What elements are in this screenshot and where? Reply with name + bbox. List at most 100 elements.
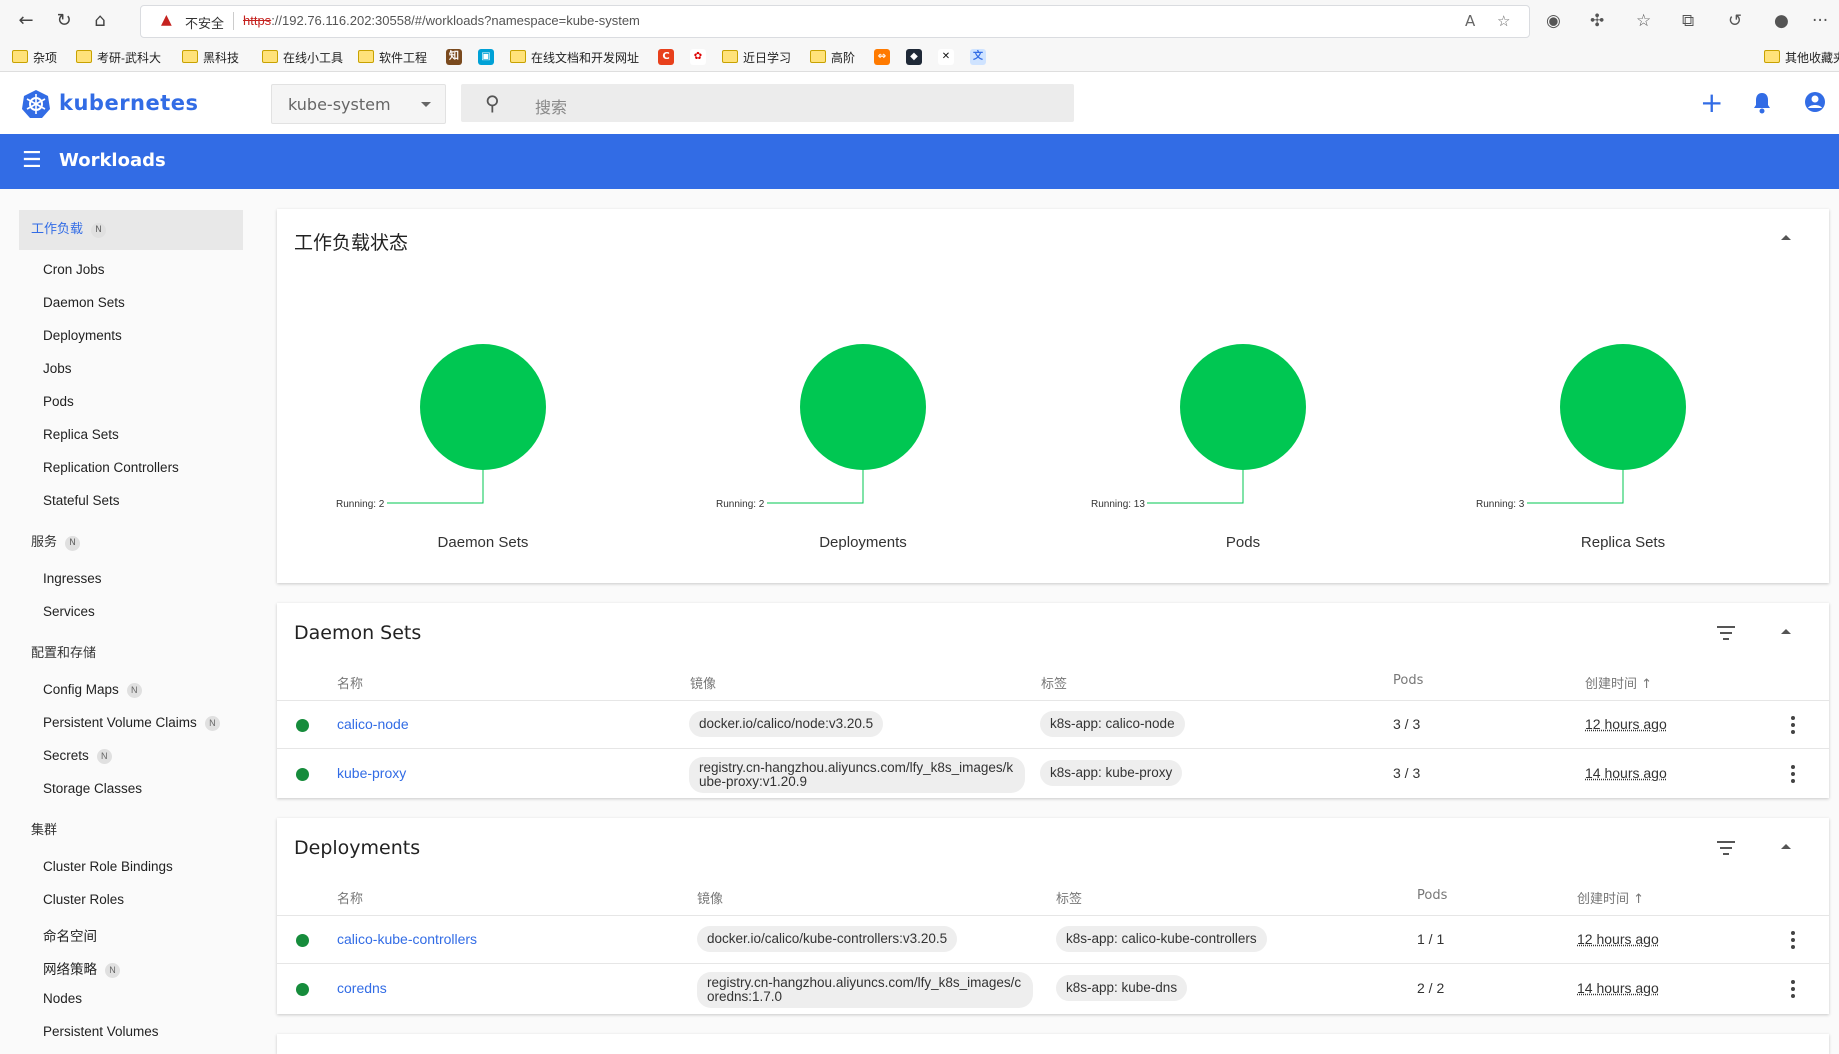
url-text: https://192.76.116.202:30558/#/workloads… xyxy=(243,13,640,28)
sidebar-item-replication-controllers[interactable]: Replication Controllers xyxy=(43,460,179,475)
add-icon[interactable]: + xyxy=(1700,89,1723,117)
collapse-icon[interactable] xyxy=(1781,844,1791,849)
sidebar-item-pods[interactable]: Pods xyxy=(43,394,74,409)
namespace-select[interactable]: kube-system xyxy=(271,84,446,124)
sidebar-item-network-policies[interactable]: 网络策略 N xyxy=(43,958,120,978)
weibo-icon[interactable]: ✿ xyxy=(690,49,706,65)
table-row[interactable]: coredns registry.cn-hangzhou.aliyuncs.co… xyxy=(277,963,1829,1014)
column-header-created[interactable]: 创建时间 ↑ xyxy=(1585,673,1652,692)
sidebar-item-persistent-volume-claims[interactable]: Persistent Volume Claims N xyxy=(43,715,220,731)
sidebar-item-daemon-sets[interactable]: Daemon Sets xyxy=(43,295,125,310)
sort-arrow-up-icon: ↑ xyxy=(1633,892,1645,907)
resource-name-link[interactable]: calico-kube-controllers xyxy=(337,931,477,947)
other-bookmarks-folder[interactable]: 其他收藏夹 xyxy=(1764,49,1839,66)
more-actions-icon[interactable] xyxy=(1791,980,1795,1001)
status-chart-daemon-sets: Running: 2 Daemon Sets xyxy=(277,209,657,579)
sidebar-section-workloads[interactable]: 工作负载 N xyxy=(19,210,243,250)
favorites-icon[interactable]: ☆ xyxy=(1636,11,1651,31)
profile-avatar-icon[interactable]: ● xyxy=(1774,11,1789,31)
table-row[interactable]: calico-node docker.io/calico/node:v3.20.… xyxy=(277,700,1829,749)
sidebar-item-cron-jobs[interactable]: Cron Jobs xyxy=(43,262,105,277)
bookmark-icon[interactable]: ✕ xyxy=(938,49,954,65)
sidebar-item-services[interactable]: Services xyxy=(43,604,95,619)
page-title: Workloads xyxy=(59,150,166,171)
sidebar-item-persistent-volumes[interactable]: Persistent Volumes xyxy=(43,1024,159,1039)
bilibili-icon[interactable]: ▣ xyxy=(478,49,494,65)
url-field[interactable]: ▲ 不安全 https://192.76.116.202:30558/#/wor… xyxy=(140,5,1530,38)
sidebar-section-config-storage[interactable]: 配置和存储 xyxy=(31,642,96,661)
page-toolbar: ☰ Workloads xyxy=(0,134,1839,189)
sidebar-item-cluster-role-bindings[interactable]: Cluster Role Bindings xyxy=(43,859,173,874)
more-menu-icon[interactable]: ··· xyxy=(1812,11,1828,31)
history-icon[interactable]: ↺ xyxy=(1728,11,1742,31)
folder-icon xyxy=(12,50,28,63)
bookmark-folder[interactable]: 在线小工具 xyxy=(262,49,343,66)
notifications-bell-icon[interactable] xyxy=(1752,92,1772,114)
folder-icon xyxy=(182,50,198,63)
sidebar-item-replica-sets[interactable]: Replica Sets xyxy=(43,427,119,442)
home-icon[interactable]: ⌂ xyxy=(88,9,112,33)
more-actions-icon[interactable] xyxy=(1791,716,1795,737)
hamburger-menu-icon[interactable]: ☰ xyxy=(22,148,42,173)
resource-name-link[interactable]: coredns xyxy=(337,980,387,996)
collapse-icon[interactable] xyxy=(1781,629,1791,634)
resource-name-link[interactable]: kube-proxy xyxy=(337,765,406,781)
account-icon[interactable] xyxy=(1804,91,1826,113)
extension-icon[interactable]: ◉ xyxy=(1546,11,1561,31)
column-header-name[interactable]: 名称 xyxy=(337,673,363,692)
filter-icon[interactable] xyxy=(1717,626,1735,644)
sidebar-item-namespaces[interactable]: 命名空间 xyxy=(43,925,97,945)
sidebar-item-secrets[interactable]: Secrets N xyxy=(43,748,112,764)
bookmark-icon[interactable]: 文 xyxy=(970,49,986,65)
sidebar-item-jobs[interactable]: Jobs xyxy=(43,361,72,376)
created-time: 12 hours ago xyxy=(1585,716,1667,732)
read-aloud-icon[interactable]: A xyxy=(1465,12,1475,30)
folder-icon xyxy=(76,50,92,63)
sidebar-item-cluster-roles[interactable]: Cluster Roles xyxy=(43,892,124,907)
bookmark-folder[interactable]: 杂项 xyxy=(12,49,57,66)
sidebar-section-cluster[interactable]: 集群 xyxy=(31,819,57,838)
refresh-icon[interactable]: ↻ xyxy=(52,9,76,33)
namespaced-badge: N xyxy=(204,716,220,731)
bookmark-icon[interactable]: 知 xyxy=(446,49,462,65)
sidebar-item-nodes[interactable]: Nodes xyxy=(43,991,82,1006)
kubernetes-logo-icon[interactable] xyxy=(21,89,51,119)
brand-name[interactable]: kubernetes xyxy=(59,91,199,115)
bookmark-folder[interactable]: 软件工程 xyxy=(358,49,427,66)
bookmark-icon[interactable]: ⇔ xyxy=(874,49,890,65)
running-count-label: Running: 13 xyxy=(1091,499,1145,509)
bookmark-folder[interactable]: 高阶 xyxy=(810,49,855,66)
table-row[interactable]: calico-kube-controllers docker.io/calico… xyxy=(277,915,1829,964)
folder-icon xyxy=(810,50,826,63)
bookmark-folder[interactable]: 黑科技 xyxy=(182,49,239,66)
bookmark-folder[interactable]: 在线文档和开发网址 xyxy=(510,49,639,66)
column-header-created[interactable]: 创建时间 ↑ xyxy=(1577,888,1644,907)
folder-icon xyxy=(722,50,738,63)
sidebar-item-stateful-sets[interactable]: Stateful Sets xyxy=(43,493,120,508)
donut-chart: Running: 13 xyxy=(1091,344,1306,509)
search-input[interactable]: ⚲ 搜索 xyxy=(461,84,1074,122)
sidebar-section-service[interactable]: 服务 N xyxy=(31,531,81,551)
back-icon[interactable]: ← xyxy=(14,9,38,33)
favorite-star-icon[interactable]: ☆ xyxy=(1497,12,1510,30)
bookmark-icon[interactable]: ◆ xyxy=(906,49,922,65)
bookmark-folder[interactable]: 近日学习 xyxy=(722,49,791,66)
filter-icon[interactable] xyxy=(1717,841,1735,859)
csdn-icon[interactable]: C xyxy=(658,49,674,65)
column-header-name[interactable]: 名称 xyxy=(337,888,363,907)
collections-icon[interactable]: ⧉ xyxy=(1682,11,1694,31)
more-actions-icon[interactable] xyxy=(1791,765,1795,786)
sidebar-item-deployments[interactable]: Deployments xyxy=(43,328,122,343)
more-actions-icon[interactable] xyxy=(1791,931,1795,952)
chart-label: Daemon Sets xyxy=(437,534,529,551)
running-count-label: Running: 2 xyxy=(716,499,765,509)
chart-label: Replica Sets xyxy=(1580,534,1666,551)
table-row[interactable]: kube-proxy registry.cn-hangzhou.aliyuncs… xyxy=(277,748,1829,799)
bookmark-folder[interactable]: 考研-武科大 xyxy=(76,49,161,66)
sidebar-item-storage-classes[interactable]: Storage Classes xyxy=(43,781,142,796)
extensions-puzzle-icon[interactable]: ✣ xyxy=(1590,11,1604,31)
sidebar-item-ingresses[interactable]: Ingresses xyxy=(43,571,102,586)
resource-name-link[interactable]: calico-node xyxy=(337,716,409,732)
sidebar-item-config-maps[interactable]: Config Maps N xyxy=(43,682,142,698)
label-chip: k8s-app: calico-node xyxy=(1040,711,1185,737)
